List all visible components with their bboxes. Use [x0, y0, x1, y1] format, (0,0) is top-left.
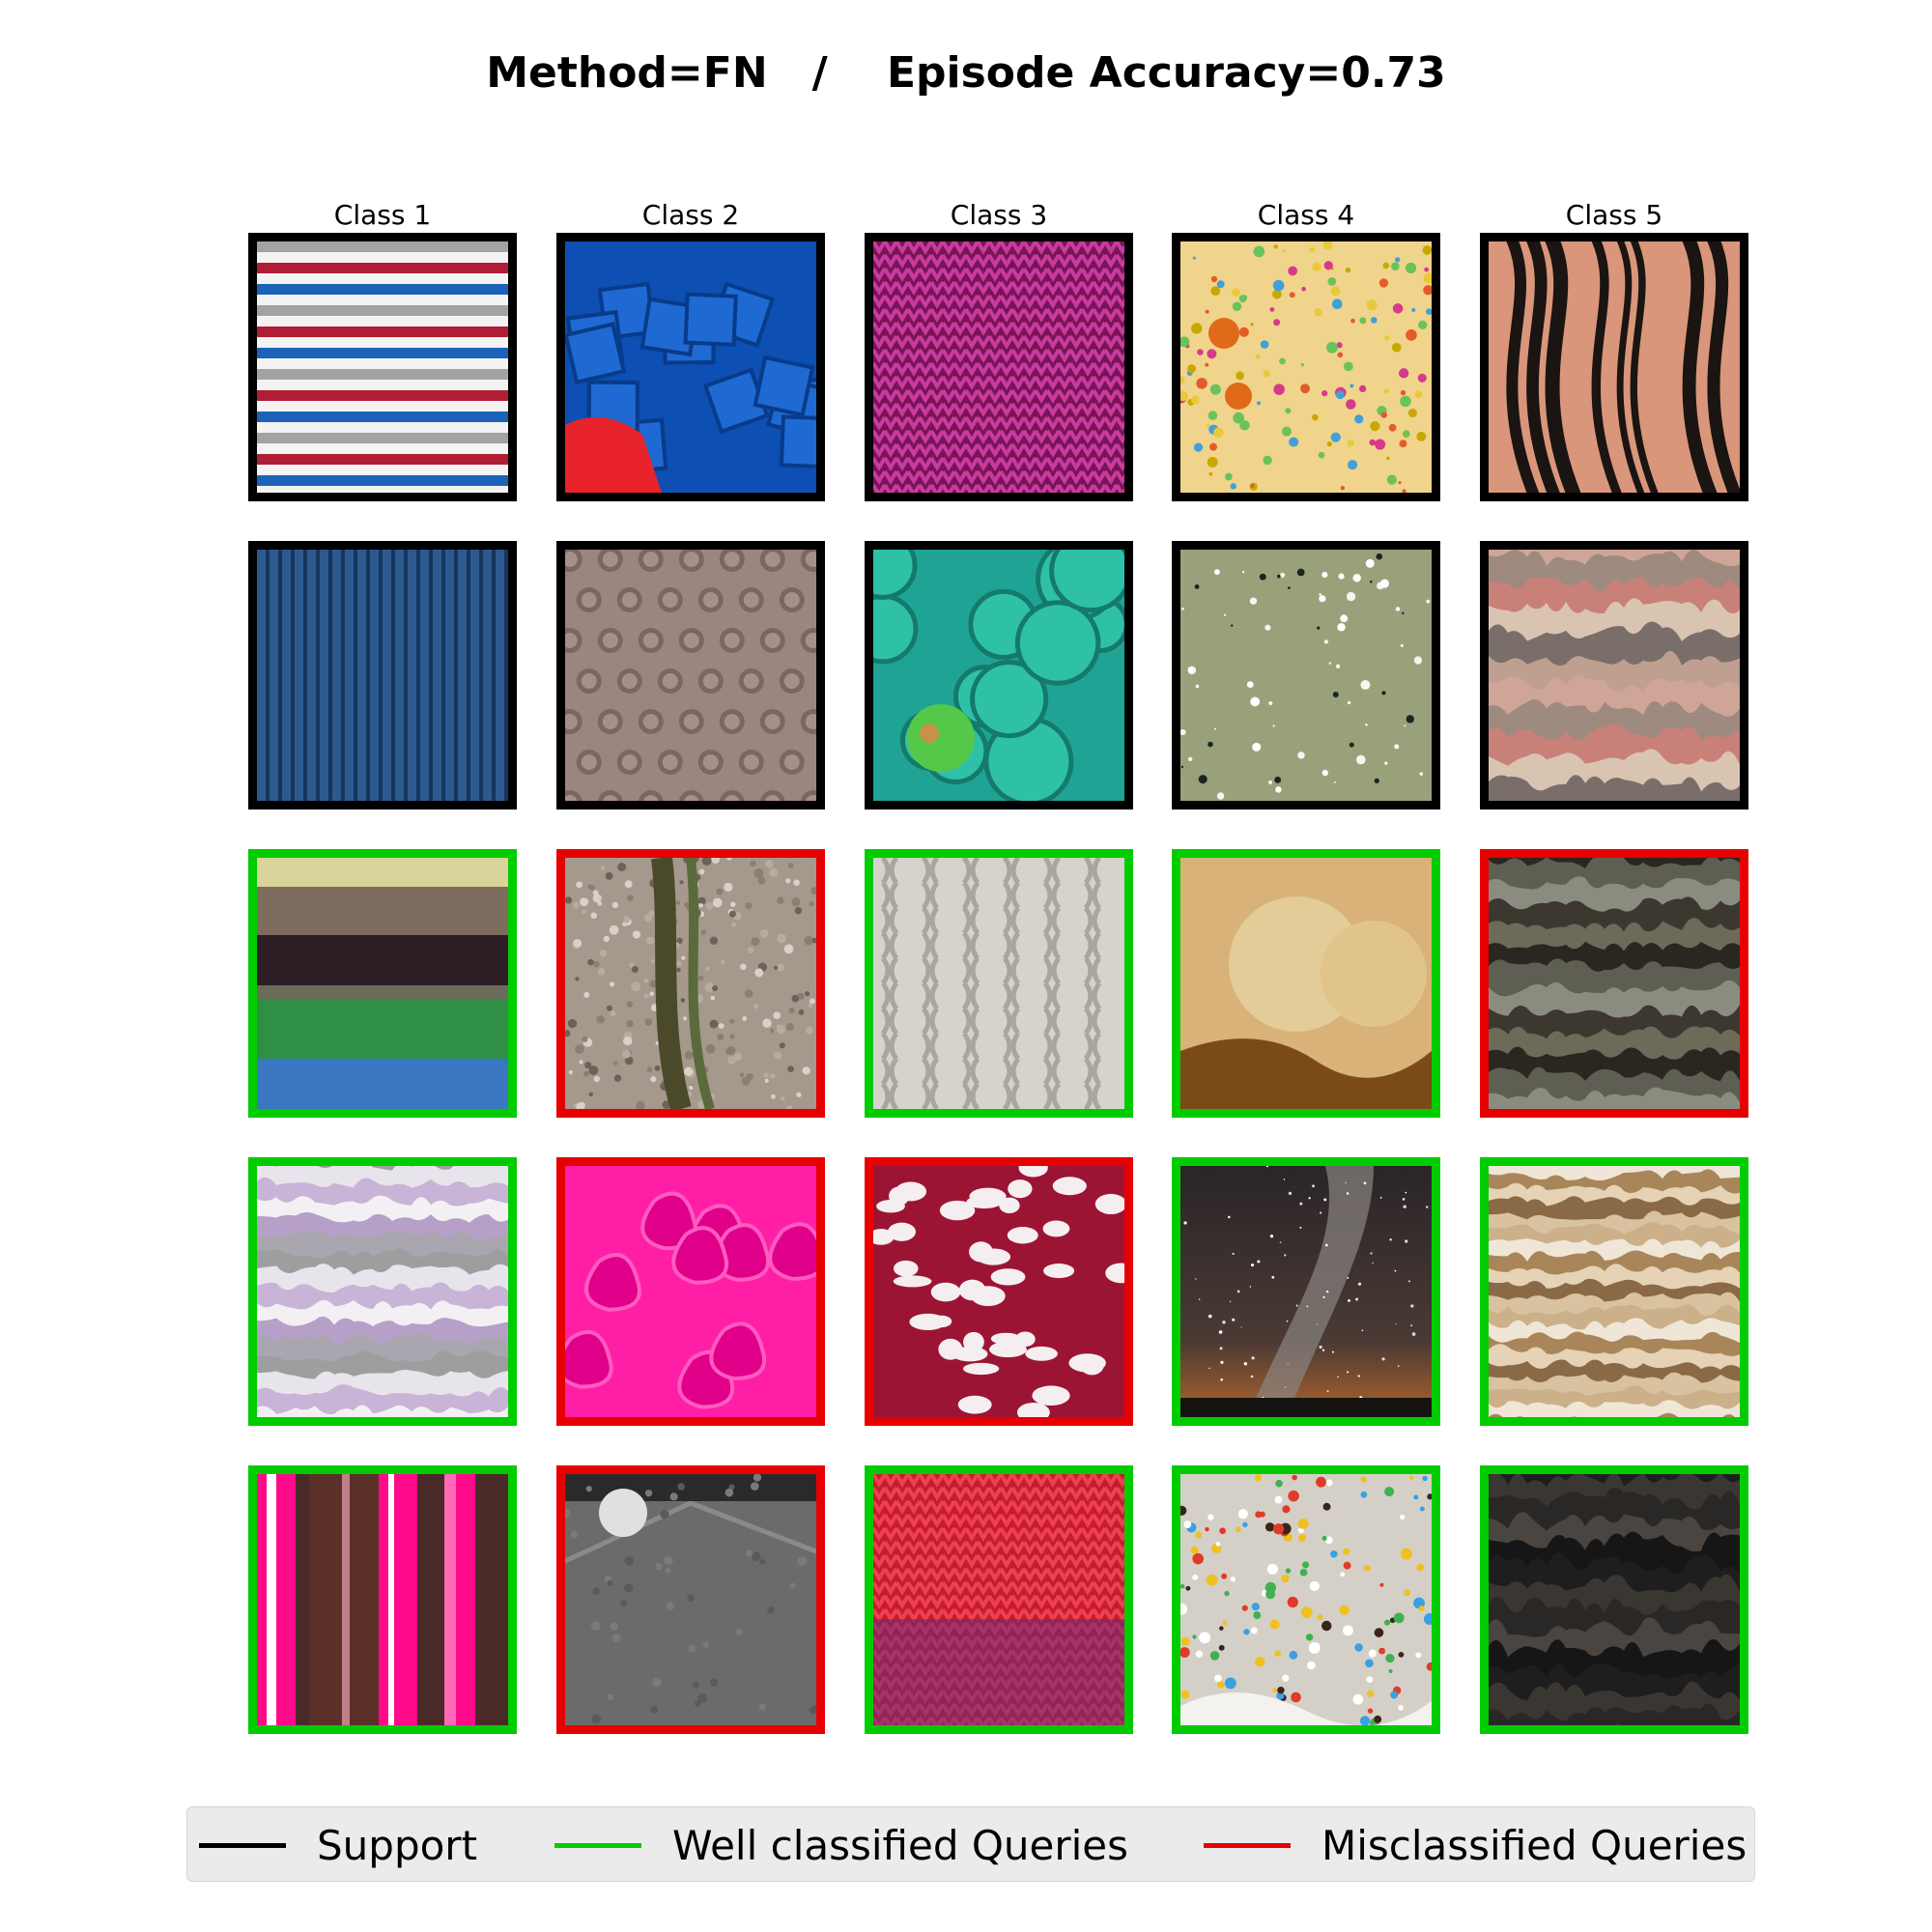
correct-query-image-r3-c3: [865, 849, 1133, 1118]
texture-image: [873, 1166, 1124, 1417]
legend-label-wrong: Misclassified Queries: [1321, 1821, 1747, 1869]
correct-query-image-r4-c5: [1480, 1157, 1748, 1426]
correct-query-image-r5-c4: [1172, 1465, 1440, 1734]
texture-image: [873, 242, 1124, 493]
legend-line-correct: [554, 1842, 641, 1848]
texture-image: [565, 1474, 816, 1725]
legend-line-wrong: [1204, 1842, 1291, 1848]
column-label-5: Class 5: [1565, 199, 1663, 231]
texture-image: [1489, 242, 1740, 493]
legend-item-support: Support: [199, 1807, 477, 1883]
texture-image: [257, 550, 508, 801]
support-image-r2-c3: [865, 541, 1133, 810]
column-label-2: Class 2: [641, 199, 740, 231]
texture-image: [873, 858, 1124, 1109]
texture-image: [565, 242, 816, 493]
wrong-query-image-r4-c3: [865, 1157, 1133, 1426]
texture-image: [1489, 550, 1740, 801]
support-image-r1-c1: [248, 233, 517, 501]
texture-image: [257, 1474, 508, 1725]
texture-image: [1180, 550, 1432, 801]
correct-query-image-r4-c1: [248, 1157, 517, 1426]
wrong-query-image-r3-c5: [1480, 849, 1748, 1118]
texture-image: [565, 858, 816, 1109]
texture-image: [257, 858, 508, 1109]
wrong-query-image-r5-c2: [556, 1465, 825, 1734]
column-label-1: Class 1: [333, 199, 432, 231]
correct-query-image-r4-c4: [1172, 1157, 1440, 1426]
texture-image: [257, 242, 508, 493]
support-image-r1-c2: [556, 233, 825, 501]
texture-image: [1180, 1166, 1432, 1417]
column-label-4: Class 4: [1257, 199, 1355, 231]
legend-item-correct: Well classified Queries: [554, 1807, 1128, 1883]
texture-image: [1489, 1166, 1740, 1417]
wrong-query-image-r3-c2: [556, 849, 825, 1118]
correct-query-image-r3-c1: [248, 849, 517, 1118]
legend-label-support: Support: [317, 1821, 478, 1869]
support-image-r2-c2: [556, 541, 825, 810]
texture-image: [1180, 242, 1432, 493]
texture-image: [565, 1166, 816, 1417]
support-image-r2-c1: [248, 541, 517, 810]
wrong-query-image-r4-c2: [556, 1157, 825, 1426]
texture-image: [257, 1166, 508, 1417]
legend-line-support: [199, 1842, 286, 1848]
support-image-r1-c5: [1480, 233, 1748, 501]
texture-image: [1180, 858, 1432, 1109]
support-image-r2-c5: [1480, 541, 1748, 810]
column-label-3: Class 3: [950, 199, 1048, 231]
figure-title: Method=FN / Episode Accuracy=0.73: [486, 48, 1446, 98]
correct-query-image-r5-c1: [248, 1465, 517, 1734]
texture-image: [1180, 1474, 1432, 1725]
legend-item-wrong: Misclassified Queries: [1204, 1807, 1747, 1883]
correct-query-image-r3-c4: [1172, 849, 1440, 1118]
texture-image: [565, 550, 816, 801]
support-image-r1-c3: [865, 233, 1133, 501]
texture-image: [873, 550, 1124, 801]
correct-query-image-r5-c5: [1480, 1465, 1748, 1734]
support-image-r2-c4: [1172, 541, 1440, 810]
legend-label-correct: Well classified Queries: [672, 1821, 1129, 1869]
correct-query-image-r5-c3: [865, 1465, 1133, 1734]
support-image-r1-c4: [1172, 233, 1440, 501]
texture-image: [1489, 858, 1740, 1109]
texture-image: [1489, 1474, 1740, 1725]
legend: Support Well classified Queries Misclass…: [186, 1806, 1755, 1882]
texture-image: [873, 1474, 1124, 1725]
